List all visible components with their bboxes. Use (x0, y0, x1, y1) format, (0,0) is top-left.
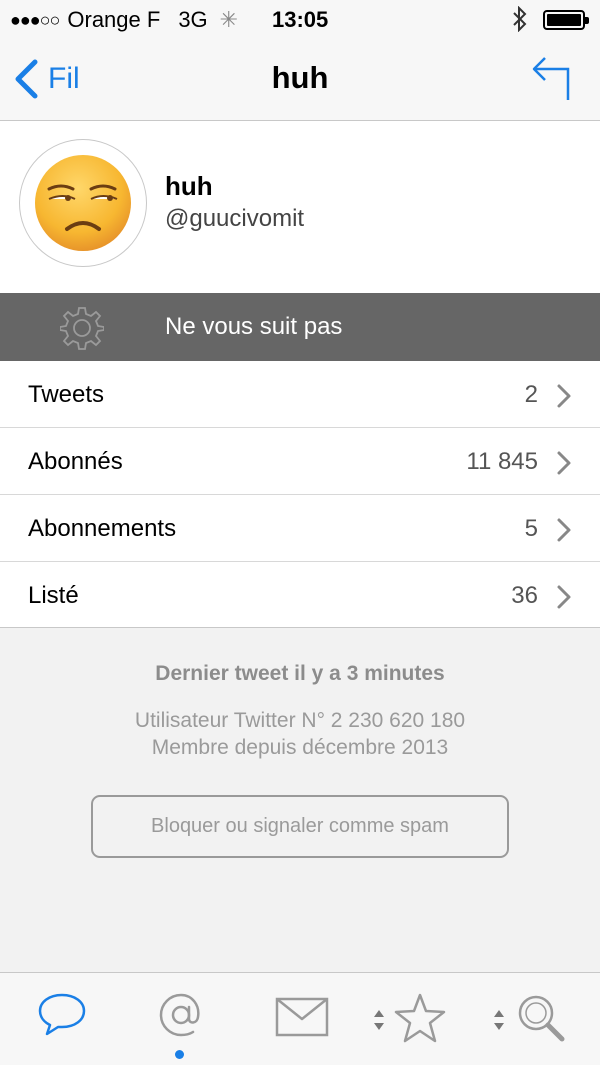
bluetooth-icon (512, 5, 528, 38)
unamused-face-emoji (35, 155, 131, 251)
tab-bar (0, 972, 600, 1065)
at-sign-icon[interactable] (157, 991, 205, 1044)
battery-icon (543, 10, 589, 30)
stats-list: Tweets 2 Abonnés 11 845 Abonnements 5 Li… (0, 361, 600, 628)
stat-value: 36 (511, 582, 538, 609)
stat-row-listed[interactable]: Listé 36 (0, 562, 600, 629)
last-tweet-text: Dernier tweet il y a 3 minutes (155, 662, 445, 685)
active-tab-indicator (175, 1050, 184, 1059)
profile-handle: @guucivomit (165, 205, 305, 232)
star-icon[interactable] (394, 993, 446, 1048)
stat-label: Abonnements (28, 515, 177, 542)
avatar[interactable] (19, 139, 147, 267)
network-type: 3G (178, 7, 208, 32)
chevron-right-icon (557, 451, 571, 475)
signal-strength-icon: ●●●○○ (10, 9, 60, 30)
stat-value: 5 (524, 515, 538, 542)
chevron-right-icon (557, 585, 571, 609)
reply-icon[interactable] (530, 54, 574, 107)
chevron-right-icon (557, 384, 571, 408)
stat-row-following[interactable]: Abonnements 5 (0, 495, 600, 562)
chevron-right-icon (557, 518, 571, 542)
stat-label: Abonnés (28, 448, 123, 475)
stat-row-tweets[interactable]: Tweets 2 (0, 361, 600, 428)
sort-arrows-icon[interactable] (372, 1009, 386, 1036)
follow-status-text: Ne vous suit pas (165, 313, 343, 340)
status-time: 13:05 (272, 7, 329, 32)
stat-label: Tweets (28, 381, 105, 408)
user-id-text: Utilisateur Twitter N° 2 230 620 180 (134, 709, 466, 732)
stat-value: 11 845 (466, 448, 538, 475)
envelope-icon[interactable] (275, 997, 329, 1042)
follow-status-bar: Ne vous suit pas (0, 293, 600, 361)
status-bar: ●●●○○ Orange F 3G ✳ 13:05 (0, 0, 600, 40)
chat-bubble-icon[interactable] (37, 991, 87, 1042)
stat-row-followers[interactable]: Abonnés 11 845 (0, 428, 600, 495)
spinner-icon: ✳ (219, 7, 239, 32)
search-icon[interactable] (515, 993, 567, 1048)
page-title: huh (271, 60, 329, 95)
member-since-text: Membre depuis décembre 2013 (151, 736, 449, 759)
navigation-bar: Fil huh (0, 40, 600, 121)
carrier-name: Orange F (67, 7, 161, 32)
block-report-spam-button[interactable]: Bloquer ou signaler comme spam (91, 795, 509, 858)
stat-value: 2 (524, 381, 538, 408)
profile-header: huh @guucivomit (0, 121, 600, 293)
profile-name: huh (165, 171, 213, 201)
stat-label: Listé (28, 582, 79, 609)
sort-arrows-icon[interactable] (492, 1009, 506, 1036)
gear-icon[interactable] (59, 306, 105, 355)
